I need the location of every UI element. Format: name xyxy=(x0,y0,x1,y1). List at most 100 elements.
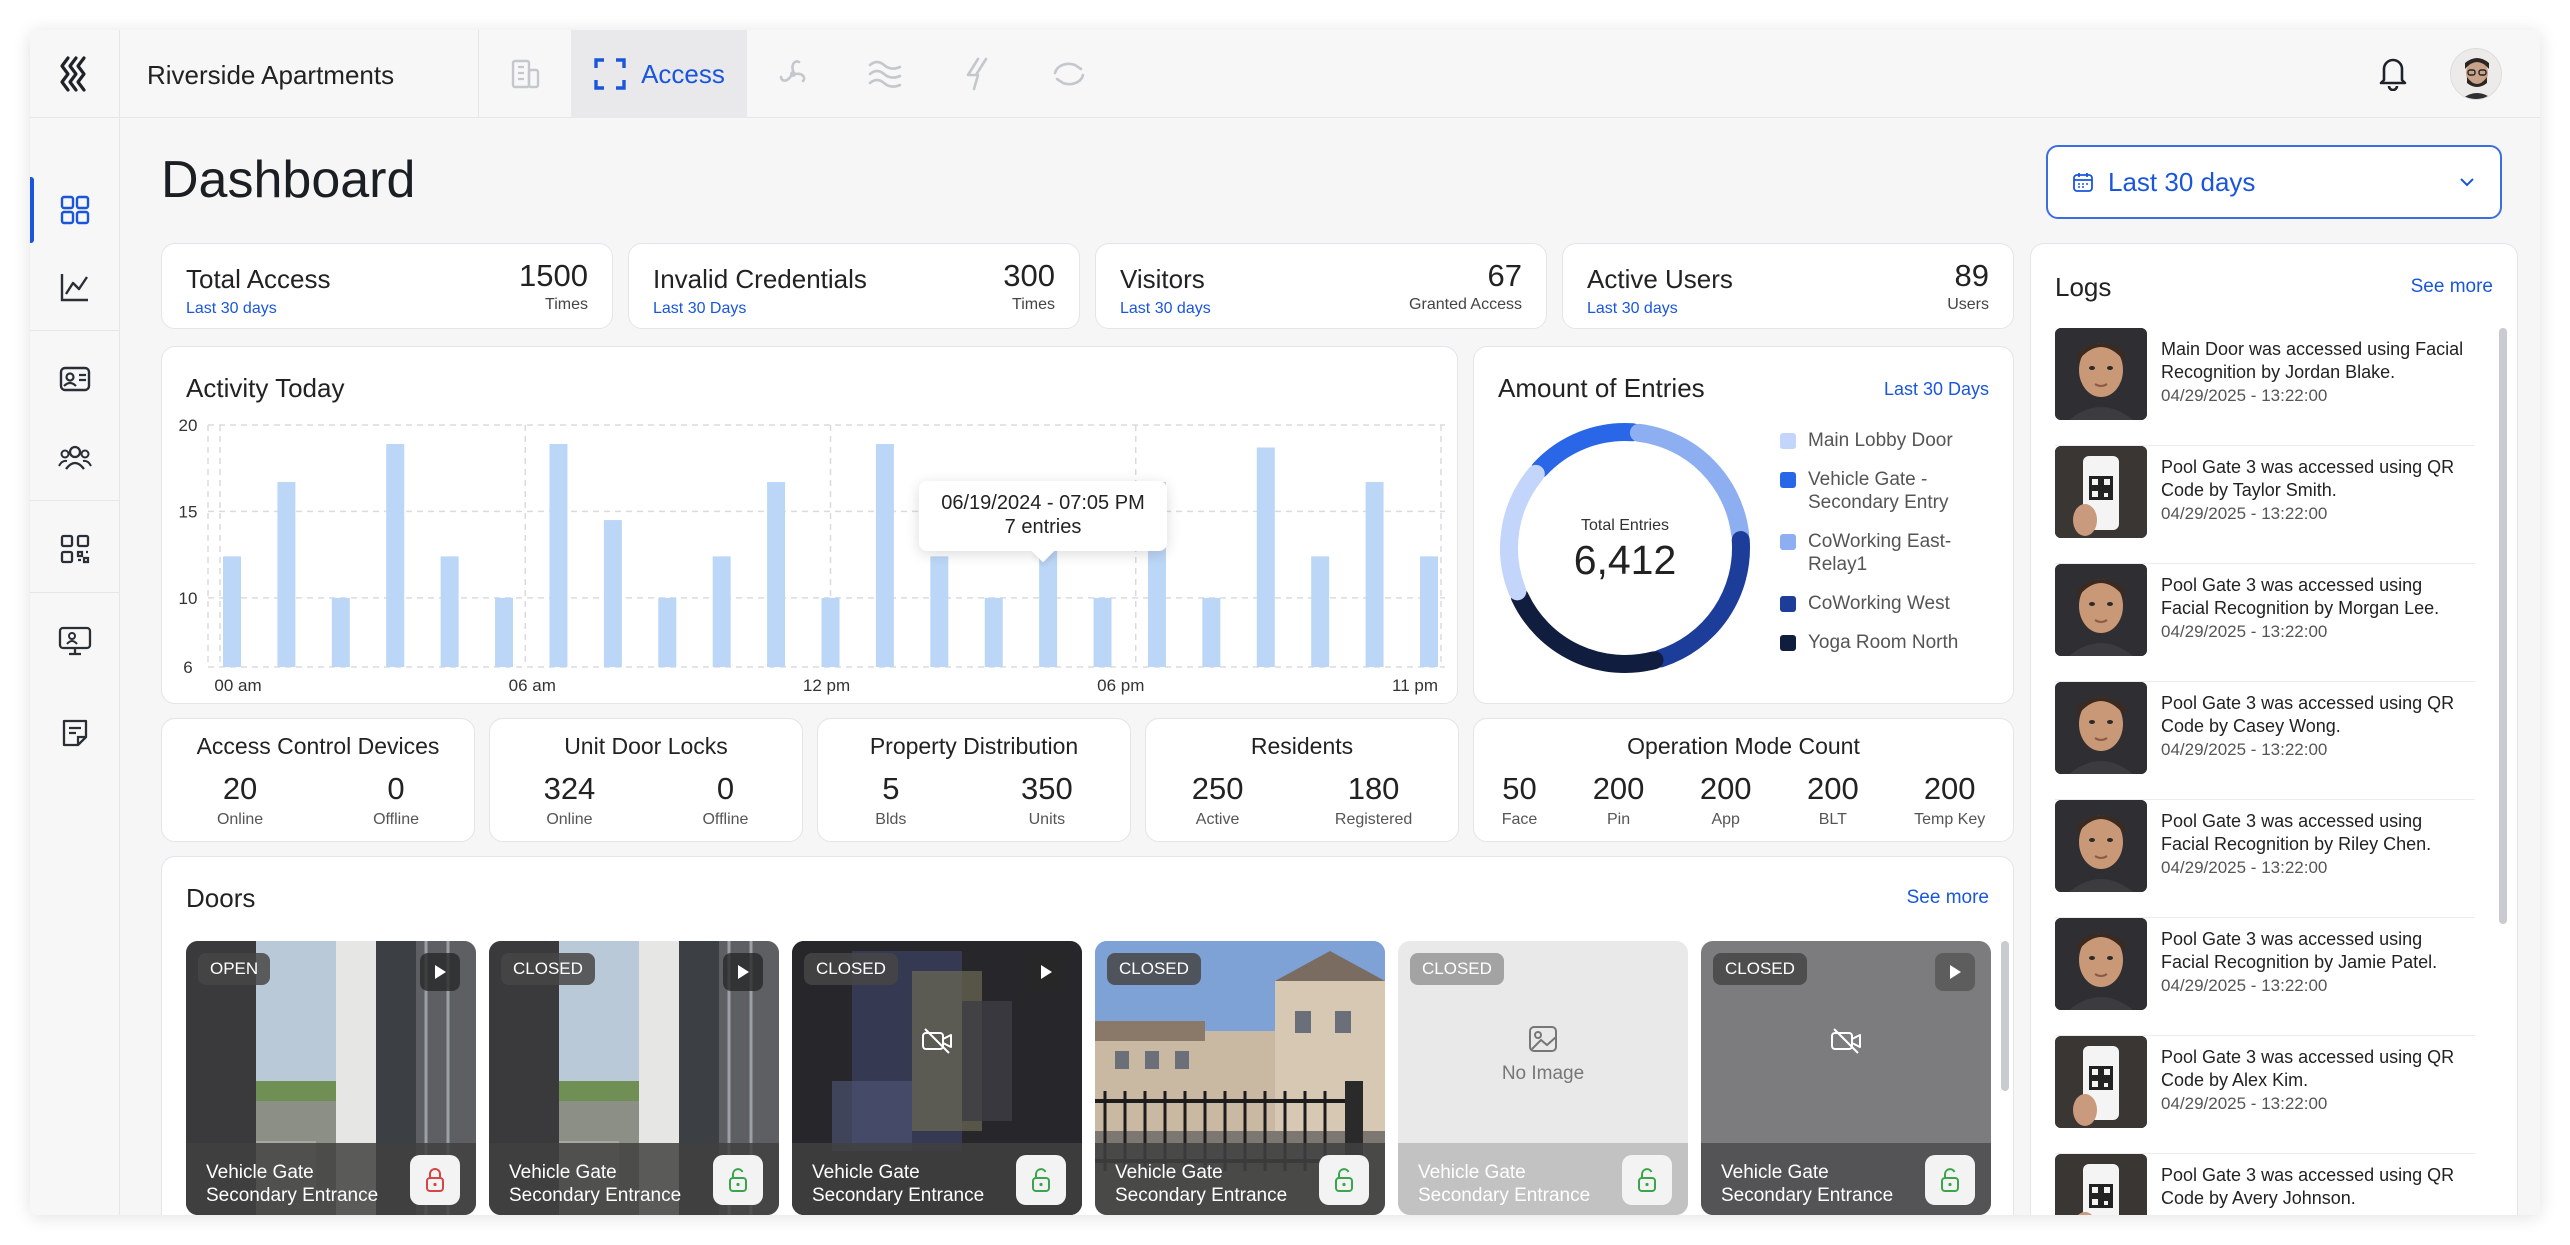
stat-card-visitors[interactable]: Visitors Last 30 days 67 Granted Access xyxy=(1095,243,1547,329)
activity-bar[interactable] xyxy=(386,444,405,667)
logs-card: Logs See more Main Door was accessed usi… xyxy=(2030,243,2518,1215)
play-video-button[interactable] xyxy=(1026,953,1066,991)
lock-toggle-button[interactable] xyxy=(1925,1155,1975,1205)
activity-bar[interactable] xyxy=(875,444,894,667)
stat-card-active-users[interactable]: Active Users Last 30 days 89 Users xyxy=(1562,243,2014,329)
tab-hvac[interactable] xyxy=(747,30,839,118)
activity-bar[interactable] xyxy=(440,556,459,667)
user-avatar[interactable] xyxy=(2450,48,2502,100)
summary-unit-door-locks[interactable]: Unit Door Locks 324 Online 0 Offline xyxy=(489,718,803,842)
lock-toggle-button[interactable] xyxy=(410,1155,460,1205)
log-entry[interactable]: Main Door was accessed using Facial Reco… xyxy=(2055,328,2475,446)
summary-property-distribution[interactable]: Property Distribution 5 Blds 350 Units xyxy=(817,718,1131,842)
door-tile[interactable]: CLOSED Vehicle Gate Secondary Entrance xyxy=(792,941,1082,1215)
activity-bar[interactable] xyxy=(1365,482,1384,667)
door-tile[interactable]: OPEN Vehicle Gate Secondary Entrance xyxy=(186,941,476,1215)
activity-bar[interactable] xyxy=(331,597,350,667)
legend-item[interactable]: CoWorking East-Relay1 xyxy=(1780,530,2010,576)
activity-bar[interactable] xyxy=(1256,447,1275,667)
log-entry[interactable]: Pool Gate 3 was accessed using QR Code b… xyxy=(2055,682,2475,800)
sidebar-item-notes[interactable] xyxy=(30,700,120,766)
legend-item[interactable]: Yoga Room North xyxy=(1780,631,2010,654)
door-tile[interactable]: No Image CLOSED Vehicle Gate Secondary E… xyxy=(1398,941,1688,1215)
activity-bar[interactable] xyxy=(712,556,731,667)
activity-bar[interactable] xyxy=(821,597,840,667)
door-status-badge: CLOSED xyxy=(1410,953,1504,985)
log-entry[interactable]: Pool Gate 3 was accessed using Facial Re… xyxy=(2055,564,2475,682)
activity-bar[interactable] xyxy=(495,597,514,667)
property-name[interactable]: Riverside Apartments xyxy=(147,60,394,91)
activity-bar[interactable] xyxy=(658,597,677,667)
summary-caption: Pin xyxy=(1606,811,1631,828)
sidebar-item-users[interactable] xyxy=(30,424,120,490)
activity-bar[interactable] xyxy=(223,556,241,667)
activity-bar[interactable] xyxy=(1202,597,1221,667)
summary-caption: Blds xyxy=(875,811,907,828)
donut-slice[interactable] xyxy=(1510,588,1664,673)
door-tile[interactable]: CLOSED Vehicle Gate Secondary Entrance xyxy=(1095,941,1385,1215)
doors-see-more-link[interactable]: See more xyxy=(1907,887,1989,909)
entries-period-link[interactable]: Last 30 Days xyxy=(1884,379,1989,400)
lock-toggle-button[interactable] xyxy=(1016,1155,1066,1205)
log-entry[interactable]: Pool Gate 3 was accessed using QR Code b… xyxy=(2055,446,2475,564)
activity-bar[interactable] xyxy=(277,482,296,667)
module-tabs: Access xyxy=(478,30,1115,118)
summary-value: 200 xyxy=(1699,771,1752,806)
stat-period: Last 30 days xyxy=(1587,300,1678,317)
play-video-button[interactable] xyxy=(1935,953,1975,991)
activity-bar[interactable] xyxy=(1093,597,1112,667)
activity-bar[interactable] xyxy=(930,556,949,667)
brand-logo-icon[interactable] xyxy=(30,30,120,118)
summary-access-control-devices[interactable]: Access Control Devices 20 Online 0 Offline xyxy=(161,718,475,842)
logs-scrollbar[interactable] xyxy=(2499,328,2507,924)
logs-see-more-link[interactable]: See more xyxy=(2411,276,2493,298)
sidebar-item-dashboard[interactable] xyxy=(30,177,120,243)
tab-water[interactable] xyxy=(839,30,931,118)
log-entry[interactable]: Pool Gate 3 was accessed using QR Code b… xyxy=(2055,1154,2475,1215)
stat-card-total-access[interactable]: Total Access Last 30 days 1500 Times xyxy=(161,243,613,329)
qr-scan-thumbnail xyxy=(2055,1154,2147,1215)
donut-slice[interactable] xyxy=(1530,423,1642,479)
tab-sync[interactable] xyxy=(1023,30,1115,118)
activity-bar[interactable] xyxy=(549,444,568,667)
activity-bar[interactable] xyxy=(1311,556,1330,667)
legend-item[interactable]: CoWorking West xyxy=(1780,592,2010,615)
doors-scroll-thumb[interactable] xyxy=(2001,941,2009,1091)
sidebar-item-credentials[interactable] xyxy=(30,346,120,412)
summary-residents[interactable]: Residents 250 Active 180 Registered xyxy=(1145,718,1459,842)
log-entry[interactable]: Pool Gate 3 was accessed using Facial Re… xyxy=(2055,800,2475,918)
sidebar-item-analytics[interactable] xyxy=(30,254,120,320)
logs-scroll-thumb[interactable] xyxy=(2499,328,2507,924)
tooltip-value: 7 entries xyxy=(1004,516,1082,538)
log-entry[interactable]: Pool Gate 3 was accessed using Facial Re… xyxy=(2055,918,2475,1036)
doors-scrollbar[interactable] xyxy=(2001,941,2009,1091)
door-tile[interactable]: CLOSED Vehicle Gate Secondary Entrance xyxy=(1701,941,1991,1215)
stat-unit: Times xyxy=(545,296,588,313)
activity-bar[interactable] xyxy=(1420,556,1438,667)
bell-icon[interactable] xyxy=(2376,53,2410,96)
tab-access[interactable]: Access xyxy=(571,30,747,118)
log-entry[interactable]: Pool Gate 3 was accessed using QR Code b… xyxy=(2055,1036,2475,1154)
door-tile[interactable]: CLOSED Vehicle Gate Secondary Entrance xyxy=(489,941,779,1215)
tab-energy[interactable] xyxy=(931,30,1023,118)
play-video-button[interactable] xyxy=(420,953,460,991)
stat-card-invalid-credentials[interactable]: Invalid Credentials Last 30 Days 300 Tim… xyxy=(628,243,1080,329)
lock-toggle-button[interactable] xyxy=(1319,1155,1369,1205)
lock-toggle-button[interactable] xyxy=(1622,1155,1672,1205)
tab-access-label: Access xyxy=(641,58,725,89)
play-icon xyxy=(435,965,446,979)
date-range-select[interactable]: Last 30 days xyxy=(2046,145,2502,219)
activity-bar[interactable] xyxy=(767,482,786,667)
activity-bar[interactable] xyxy=(603,520,622,667)
log-text: Pool Gate 3 was accessed using Facial Re… xyxy=(2161,800,2475,917)
summary-operation-mode-count[interactable]: Operation Mode Count 50 Face 200 Pin 200 Ap… xyxy=(1473,718,2014,842)
lock-toggle-button[interactable] xyxy=(713,1155,763,1205)
legend-item[interactable]: Vehicle Gate - Secondary Entry xyxy=(1780,468,2010,514)
tab-building[interactable] xyxy=(479,30,571,118)
sidebar-item-qr[interactable] xyxy=(30,516,120,582)
sidebar-item-monitor[interactable] xyxy=(30,608,120,674)
activity-bar[interactable] xyxy=(984,597,1003,667)
legend-item[interactable]: Main Lobby Door xyxy=(1780,429,2010,452)
log-timestamp: 04/29/2025 - 13:22:00 xyxy=(2161,858,2328,877)
play-video-button[interactable] xyxy=(723,953,763,991)
